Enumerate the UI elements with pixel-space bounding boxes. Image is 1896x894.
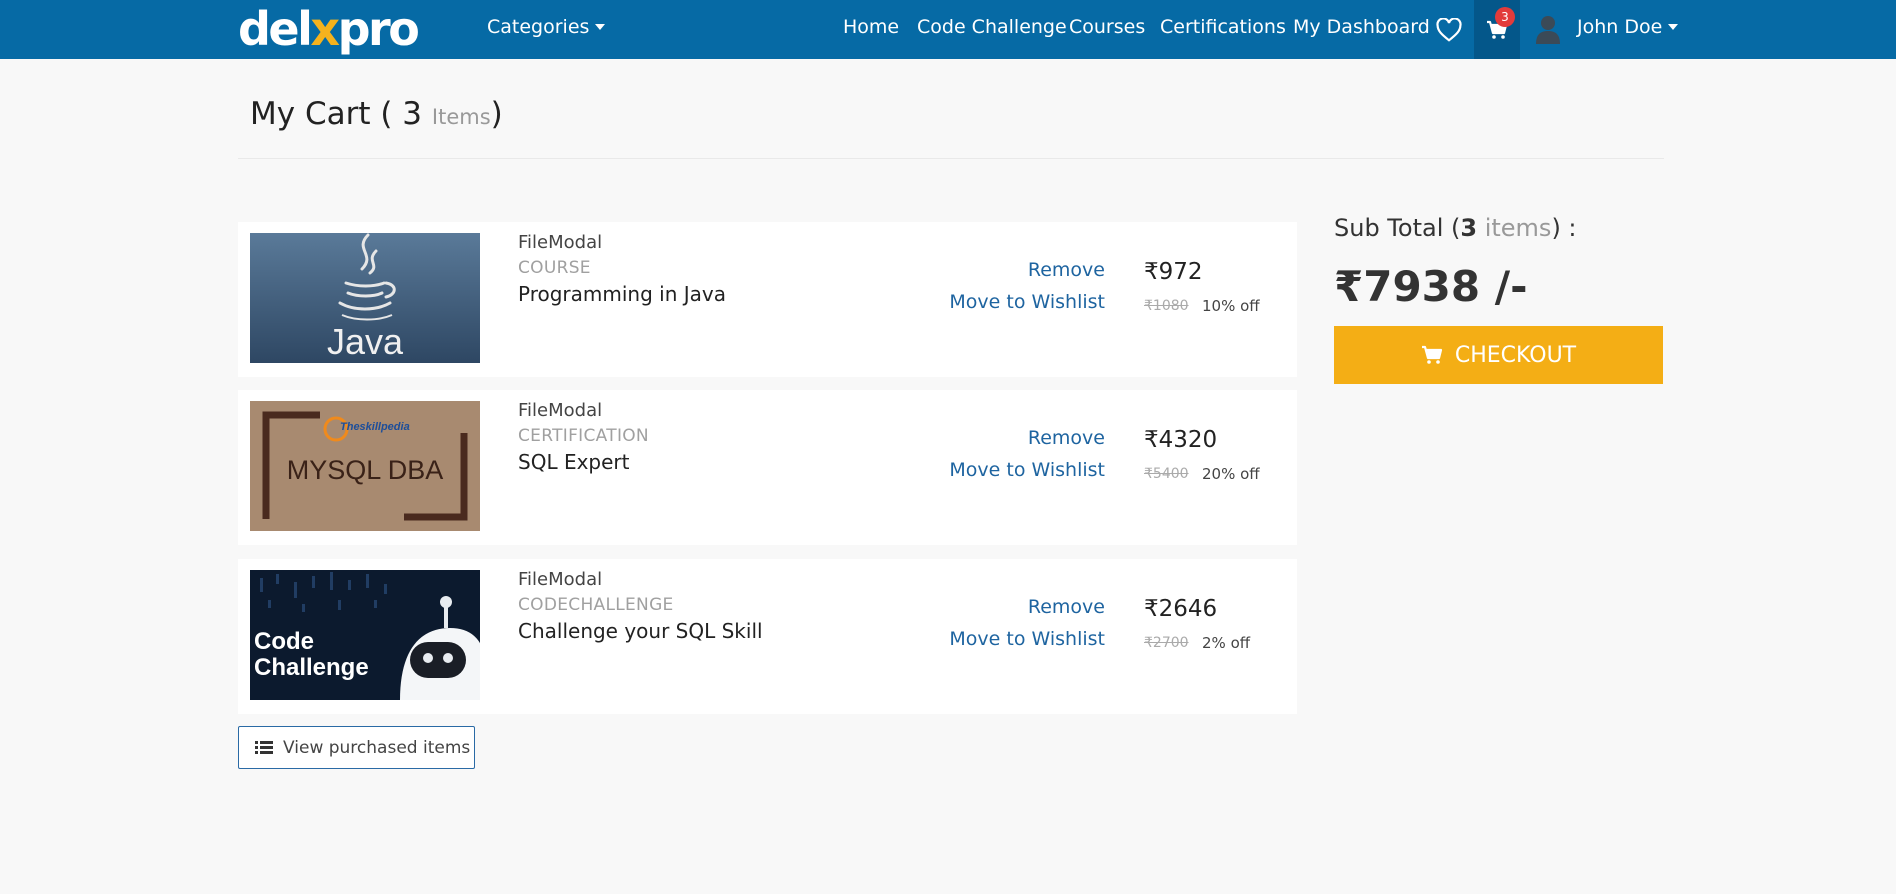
list-icon — [255, 741, 273, 754]
item-type: COURSE — [518, 258, 591, 278]
thumbnail-challenge-text: Challenge — [254, 654, 369, 681]
item-type: CERTIFICATION — [518, 426, 649, 446]
subtotal-prefix: Sub Total ( — [1334, 214, 1461, 242]
move-to-wishlist-link[interactable]: Move to Wishlist — [949, 291, 1105, 313]
item-discount: 2% off — [1202, 634, 1251, 652]
view-purchased-items-button[interactable]: View purchased items — [238, 726, 475, 769]
item-name[interactable]: Challenge your SQL Skill — [518, 619, 763, 643]
item-type: CODECHALLENGE — [518, 595, 674, 615]
nav-courses[interactable]: Courses — [1069, 0, 1145, 59]
item-provider: FileModal — [518, 232, 603, 253]
remove-link[interactable]: Remove — [1028, 427, 1105, 449]
move-to-wishlist-link[interactable]: Move to Wishlist — [949, 459, 1105, 481]
item-discount: 20% off — [1202, 465, 1260, 483]
thumbnail-java-text: Java — [326, 321, 404, 362]
remove-link[interactable]: Remove — [1028, 596, 1105, 618]
categories-dropdown[interactable]: Categories — [487, 0, 606, 59]
nav-certifications[interactable]: Certifications — [1160, 0, 1286, 59]
chevron-down-icon — [595, 23, 606, 30]
title-prefix: My Cart ( — [250, 96, 393, 132]
certification-thumbnail-mysql[interactable]: Theskillpedia MYSQL DBA — [250, 401, 480, 531]
cart-item: Java FileModal COURSE Programming in Jav… — [238, 222, 1297, 377]
page-title: My Cart ( 3 Items) — [250, 96, 503, 132]
item-name[interactable]: Programming in Java — [518, 282, 726, 306]
subtotal-label: Sub Total (3 items) : — [1334, 214, 1577, 242]
user-menu-dropdown[interactable]: John Doe — [1577, 0, 1679, 59]
cart-button[interactable]: 3 — [1474, 0, 1520, 59]
item-discount: 10% off — [1202, 297, 1260, 315]
item-price: ₹2646 — [1144, 596, 1218, 622]
thumbnail-mysql-text: MYSQL DBA — [286, 455, 444, 485]
cart-count-badge: 3 — [1495, 7, 1515, 27]
cart-item: Theskillpedia MYSQL DBA FileModal CERTIF… — [238, 390, 1297, 545]
total-amount: ₹7938 /- — [1334, 262, 1528, 311]
view-purchased-label: View purchased items — [283, 737, 471, 758]
codechallenge-thumbnail[interactable]: Code Challenge — [250, 570, 480, 700]
thumbnail-brand-text: Theskillpedia — [340, 421, 410, 433]
nav-my-dashboard[interactable]: My Dashboard — [1293, 0, 1430, 59]
cart-item: Code Challenge FileModal CODECHALLENGE C… — [238, 559, 1297, 714]
move-to-wishlist-link[interactable]: Move to Wishlist — [949, 628, 1105, 650]
item-price: ₹4320 — [1144, 427, 1218, 453]
subtotal-items-word: items — [1484, 214, 1552, 242]
course-thumbnail-java[interactable]: Java — [250, 233, 480, 363]
top-navbar: del x pro Categories Home Code Challenge C… — [0, 0, 1896, 59]
logo-text-pro: pro — [337, 2, 420, 56]
shopping-cart-icon — [1421, 345, 1442, 364]
item-provider: FileModal — [518, 400, 603, 421]
remove-link[interactable]: Remove — [1028, 259, 1105, 281]
user-name: John Doe — [1577, 16, 1663, 38]
logo-text-x: x — [310, 2, 340, 56]
item-provider: FileModal — [518, 569, 603, 590]
item-price: ₹972 — [1144, 259, 1203, 285]
logo-text-del: del — [238, 2, 313, 56]
delxpro-logo[interactable]: del x pro — [238, 2, 420, 56]
item-old-price: ₹1080 — [1144, 298, 1189, 314]
thumbnail-code-text: Code — [254, 628, 314, 655]
wishlist-heart-icon[interactable] — [1434, 0, 1464, 59]
subtotal-suffix: ) : — [1551, 214, 1577, 242]
item-old-price: ₹2700 — [1144, 635, 1189, 651]
categories-label: Categories — [487, 16, 590, 38]
title-items-word: Items — [431, 105, 491, 129]
title-count: 3 — [402, 96, 423, 132]
nav-code-challenge[interactable]: Code Challenge — [917, 0, 1067, 59]
title-suffix: ) — [490, 96, 503, 132]
subtotal-count: 3 — [1460, 214, 1478, 242]
item-old-price: ₹5400 — [1144, 466, 1189, 482]
item-name[interactable]: SQL Expert — [518, 450, 629, 474]
chevron-down-icon — [1668, 23, 1679, 30]
checkout-button[interactable]: CHECKOUT — [1334, 326, 1663, 384]
checkout-label: CHECKOUT — [1454, 342, 1577, 368]
divider — [238, 158, 1664, 159]
user-avatar-icon[interactable] — [1535, 14, 1561, 44]
nav-home[interactable]: Home — [843, 0, 899, 59]
